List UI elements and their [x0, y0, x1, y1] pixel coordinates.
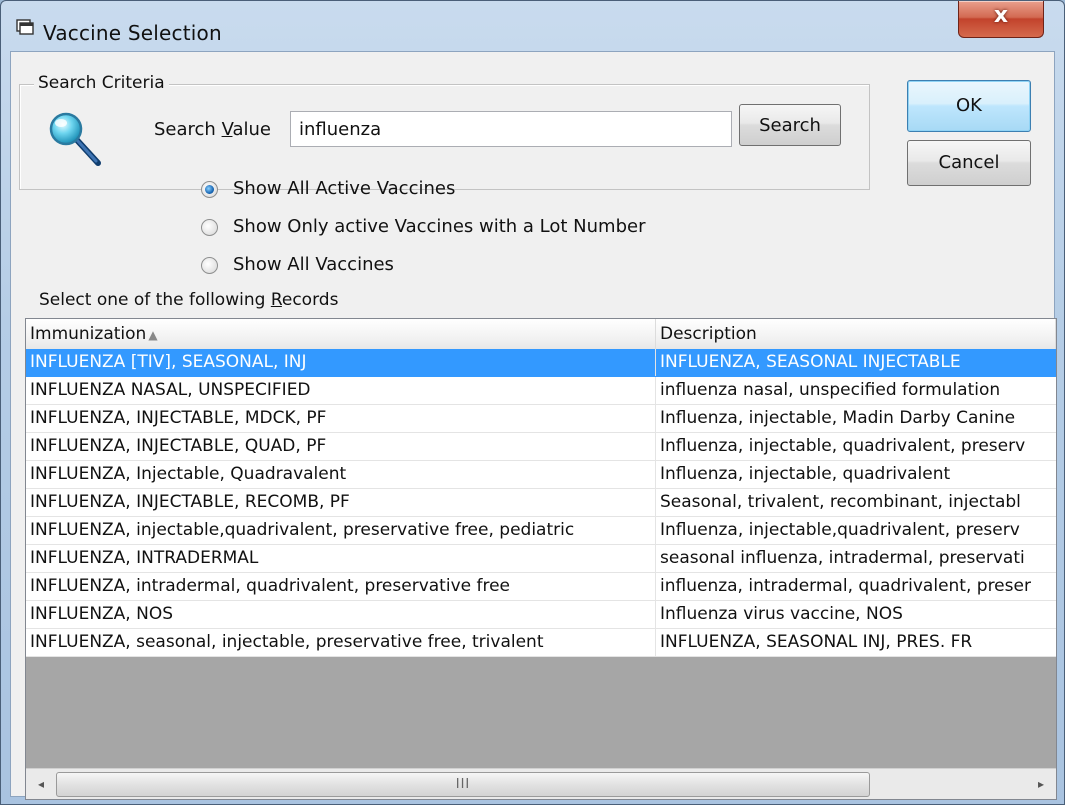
cell-immunization: INFLUENZA, INTRADERMAL: [26, 545, 656, 572]
records-list[interactable]: Immunization ▲ Description INFLUENZA [TIV…: [25, 318, 1057, 800]
search-value-label: Search Value: [154, 119, 271, 140]
cell-description: Influenza, injectable,quadrivalent, pres…: [660, 520, 1020, 540]
cell-immunization: INFLUENZA [TIV], SEASONAL, INJ: [26, 349, 656, 376]
cell-description: INFLUENZA, SEASONAL INJ, PRES. FR: [660, 632, 973, 652]
list-row[interactable]: INFLUENZA, intradermal, quadrivalent, pr…: [26, 573, 1056, 601]
list-row[interactable]: INFLUENZA [TIV], SEASONAL, INJ INFLUENZA…: [26, 349, 1056, 377]
dialog-client-area: Search Criteria Search Value S: [10, 51, 1057, 800]
cell-description: Seasonal, trivalent, recombinant, inject…: [660, 492, 1021, 512]
list-row[interactable]: INFLUENZA, INJECTABLE, RECOMB, PF Season…: [26, 489, 1056, 517]
close-icon: x: [993, 3, 1009, 28]
column-header-description[interactable]: Description: [656, 319, 1056, 349]
list-row[interactable]: INFLUENZA, INTRADERMAL seasonal influenz…: [26, 545, 1056, 573]
title-bar[interactable]: Vaccine Selection x: [1, 1, 1064, 51]
search-value-input[interactable]: [290, 111, 732, 147]
scrollbar-grip-icon: III: [455, 777, 471, 792]
cell-immunization: INFLUENZA, INJECTABLE, QUAD, PF: [26, 433, 656, 460]
search-button[interactable]: Search: [739, 104, 841, 146]
list-row[interactable]: INFLUENZA, Injectable, Quadravalent Infl…: [26, 461, 1056, 489]
sort-ascending-icon: ▲: [148, 328, 158, 342]
cell-immunization: INFLUENZA, INJECTABLE, MDCK, PF: [26, 405, 656, 432]
scroll-right-icon[interactable]: ▸: [1026, 769, 1056, 799]
list-header: Immunization ▲ Description: [26, 319, 1056, 350]
cell-immunization: INFLUENZA, injectable,quadrivalent, pres…: [26, 517, 656, 544]
scrollbar-thumb[interactable]: III: [56, 772, 870, 797]
cell-description: Influenza virus vaccine, NOS: [660, 604, 903, 624]
radio-label: Show Only active Vaccines with a Lot Num…: [233, 216, 646, 237]
list-row[interactable]: INFLUENZA, NOS Influenza virus vaccine, …: [26, 601, 1056, 629]
records-label: Select one of the following Records: [39, 290, 339, 310]
radio-label: Show All Active Vaccines: [233, 178, 456, 199]
magnifier-icon: [49, 112, 101, 166]
cell-immunization: INFLUENZA, intradermal, quadrivalent, pr…: [26, 573, 656, 600]
horizontal-scrollbar[interactable]: ◂ III ▸: [26, 768, 1056, 799]
cancel-button[interactable]: Cancel: [907, 140, 1031, 186]
cell-immunization: INFLUENZA, Injectable, Quadravalent: [26, 461, 656, 488]
window-icon: [16, 19, 34, 35]
ok-button[interactable]: OK: [907, 80, 1031, 132]
list-row[interactable]: INFLUENZA, injectable,quadrivalent, pres…: [26, 517, 1056, 545]
radio-label: Show All Vaccines: [233, 254, 394, 275]
cell-description: Influenza, injectable, Madin Darby Canin…: [660, 408, 1016, 428]
close-button[interactable]: x: [958, 1, 1044, 38]
column-header-immunization[interactable]: Immunization ▲: [26, 319, 656, 349]
radio-button-checked[interactable]: [201, 181, 218, 198]
radio-button[interactable]: [201, 219, 218, 236]
cell-immunization: INFLUENZA, INJECTABLE, RECOMB, PF: [26, 489, 656, 516]
search-criteria-label: Search Criteria: [34, 73, 169, 93]
cell-description: influenza, intradermal, quadrivalent, pr…: [660, 576, 1031, 596]
cell-immunization: INFLUENZA, seasonal, injectable, preserv…: [26, 629, 656, 656]
vaccine-selection-window: Vaccine Selection x Search Criteria Sear…: [0, 0, 1065, 805]
scroll-left-icon[interactable]: ◂: [26, 769, 56, 799]
radio-button[interactable]: [201, 257, 218, 274]
cell-description: INFLUENZA, SEASONAL INJECTABLE: [660, 352, 961, 372]
list-row[interactable]: INFLUENZA, INJECTABLE, QUAD, PF Influenz…: [26, 433, 1056, 461]
list-row[interactable]: INFLUENZA, seasonal, injectable, preserv…: [26, 629, 1056, 657]
window-title: Vaccine Selection: [43, 21, 222, 45]
cell-immunization: INFLUENZA NASAL, UNSPECIFIED: [26, 377, 656, 404]
cell-description: seasonal influenza, intradermal, preserv…: [660, 548, 1025, 568]
list-row[interactable]: INFLUENZA, INJECTABLE, MDCK, PF Influenz…: [26, 405, 1056, 433]
cell-description: influenza nasal, unspecified formulation: [660, 380, 1001, 400]
cell-description: Influenza, injectable, quadrivalent: [660, 464, 951, 484]
list-row[interactable]: INFLUENZA NASAL, UNSPECIFIED influenza n…: [26, 377, 1056, 405]
cell-immunization: INFLUENZA, NOS: [26, 601, 656, 628]
cell-description: Influenza, injectable, quadrivalent, pre…: [660, 436, 1026, 456]
